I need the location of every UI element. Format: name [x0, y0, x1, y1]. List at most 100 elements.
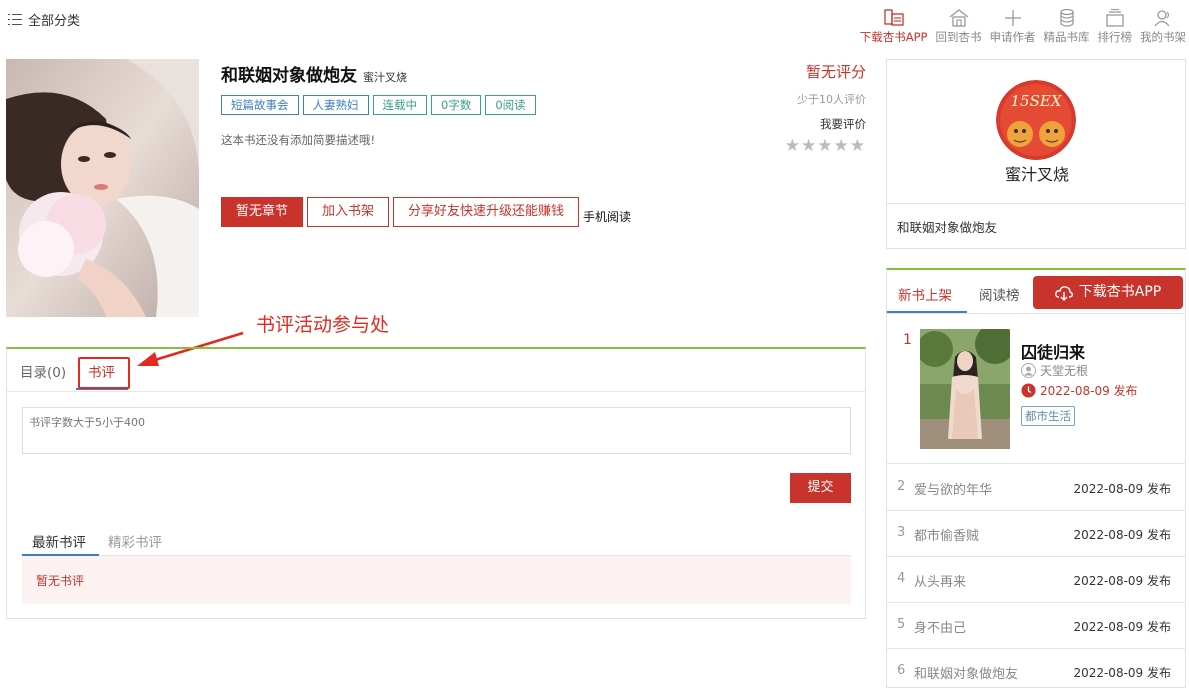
- nav-home[interactable]: 回到杏书: [936, 8, 982, 45]
- book-author: 天堂无根: [1021, 362, 1088, 379]
- nav-ranking[interactable]: 排行榜: [1097, 8, 1133, 45]
- annotation-label: 书评活动参与处: [256, 314, 390, 336]
- list-item[interactable]: 4 从头再来 2022-08-09 发布: [887, 557, 1185, 603]
- share-button[interactable]: 分享好友快速升级还能赚钱: [393, 197, 580, 227]
- tag-subcategory[interactable]: 人妻熟妇: [302, 95, 369, 115]
- ranking-icon: [1106, 8, 1124, 27]
- book-cover[interactable]: [6, 59, 199, 317]
- user-icon: [1154, 10, 1170, 27]
- nav-label: 我的书架: [1140, 30, 1186, 44]
- book-actions: 暂无章节 加入书架 分享好友快速升级还能赚钱 手机阅读: [221, 197, 631, 227]
- rank-number: 6: [897, 663, 906, 678]
- publish-date: 2022-08-09 发布: [1073, 620, 1171, 634]
- tab-new-books[interactable]: 新书上架: [898, 284, 952, 304]
- nav-library[interactable]: 精品书库: [1044, 8, 1090, 45]
- annotation-highlight-box: [78, 357, 130, 389]
- book-title: 和联姻对象做炮友: [221, 66, 357, 86]
- user-icon: [1021, 363, 1036, 378]
- download-app-button[interactable]: 下载杏书APP: [1033, 276, 1183, 309]
- divider: [887, 203, 1185, 204]
- book-title-row: 和联姻对象做炮友 蜜汁叉烧: [221, 61, 407, 86]
- my-rating-label: 我要评价: [820, 117, 866, 131]
- tab-catalog[interactable]: 目录(0): [20, 361, 66, 381]
- submit-button[interactable]: 提交: [790, 473, 851, 503]
- ranking-box: 新书上架 阅读榜 下载杏书APP 1 囚徒归来 天堂无根 2022-08-09 …: [886, 268, 1186, 688]
- rank-number: 4: [897, 571, 906, 586]
- list-icon: [8, 14, 22, 25]
- book-title[interactable]: 囚徒归来: [1021, 339, 1085, 363]
- plus-icon: [1004, 10, 1021, 26]
- rating-count: 少于10人评价: [797, 93, 866, 106]
- tag-read-count: 0阅读: [485, 95, 536, 115]
- rank-number: 5: [897, 617, 906, 632]
- book-description: 这本书还没有添加简要描述哦!: [221, 133, 376, 147]
- nav-label: 回到杏书: [935, 30, 982, 44]
- book-author[interactable]: 蜜汁叉烧: [363, 69, 407, 85]
- author-name: 天堂无根: [1040, 364, 1089, 378]
- date-text: 2022-08-09 发布: [1040, 384, 1138, 398]
- book-tags: 短篇故事会 人妻熟妇 连载中 0字数 0阅读: [221, 95, 536, 115]
- cloud-download-icon: [1054, 285, 1073, 301]
- review-list-tabs: 最新书评 精彩书评: [22, 521, 851, 556]
- author-avatar-image: 15SEX: [996, 80, 1076, 160]
- tag-status: 连载中: [372, 95, 427, 115]
- book-title[interactable]: 爱与欲的年华: [914, 479, 992, 498]
- rank-number: 3: [897, 525, 906, 540]
- publish-date: 2022-08-09 发布: [1073, 528, 1171, 542]
- book-title[interactable]: 身不由己: [914, 617, 966, 636]
- genre-tag[interactable]: 都市生活: [1021, 406, 1075, 426]
- list-item[interactable]: 2 爱与欲的年华 2022-08-09 发布: [887, 465, 1185, 511]
- nav-download-app[interactable]: 下载杏书APP: [860, 8, 928, 45]
- download-app-label: 下载杏书APP: [1078, 284, 1162, 300]
- tab-latest-reviews[interactable]: 最新书评: [32, 531, 86, 551]
- database-icon: [1059, 8, 1074, 27]
- book-title[interactable]: 都市偷香贼: [914, 525, 979, 544]
- nav-label: 排行榜: [1097, 30, 1133, 44]
- author-card: 15SEX 蜜汁叉烧 和联姻对象做炮友: [886, 59, 1186, 249]
- nav-apply-author[interactable]: 申请作者: [990, 8, 1036, 45]
- tab-featured-reviews[interactable]: 精彩书评: [108, 531, 162, 551]
- review-panel: 目录(0) 书评 提交 最新书评 精彩书评 暂无书评: [6, 347, 866, 619]
- nav-label: 申请作者: [989, 30, 1036, 44]
- list-item[interactable]: 6 和联姻对象做炮友 2022-08-09 发布: [887, 649, 1185, 688]
- publish-date: 2022-08-09 发布: [1073, 574, 1171, 588]
- book-title[interactable]: 从头再来: [914, 571, 966, 590]
- nav-label: 下载杏书APP: [859, 30, 928, 44]
- rating-box: 暂无评分 少于10人评价 我要评价 ★★★★★: [785, 61, 866, 156]
- tab-read-ranking[interactable]: 阅读榜: [979, 284, 1020, 304]
- top-nav: 下载杏书APP 回到杏书 申请作者 精品书库 排行榜 我的书架: [852, 8, 1186, 45]
- author-book-link[interactable]: 和联姻对象做炮友: [897, 217, 997, 236]
- rank-number: 1: [903, 332, 912, 348]
- publish-date: 2022-08-09 发布: [1073, 482, 1171, 496]
- all-categories-menu[interactable]: 全部分类: [8, 10, 80, 29]
- avatar-text: 15SEX: [1011, 92, 1063, 110]
- book-title[interactable]: 和联姻对象做炮友: [914, 663, 1018, 682]
- review-input[interactable]: [22, 407, 851, 454]
- tag-word-count: 0字数: [431, 95, 482, 115]
- cover-image: [6, 59, 199, 317]
- rating-score: 暂无评分: [805, 63, 866, 81]
- publish-date: 2022-08-09 发布: [1021, 382, 1138, 399]
- add-to-shelf-button[interactable]: 加入书架: [307, 197, 390, 227]
- avatar[interactable]: 15SEX: [996, 80, 1076, 160]
- content-tabs: 目录(0) 书评: [7, 349, 865, 392]
- list-item[interactable]: 5 身不由己 2022-08-09 发布: [887, 603, 1185, 649]
- ranking-top-item[interactable]: 1 囚徒归来 天堂无根 2022-08-09 发布 都市生活: [887, 314, 1185, 464]
- all-categories-label: 全部分类: [28, 14, 81, 29]
- tag-category[interactable]: 短篇故事会: [221, 95, 299, 115]
- book-thumbnail[interactable]: [920, 329, 1010, 449]
- clock-icon: [1021, 383, 1036, 398]
- nav-bookshelf[interactable]: 我的书架: [1140, 8, 1186, 45]
- no-chapter-button[interactable]: 暂无章节: [221, 197, 304, 227]
- mobile-read-link[interactable]: 手机阅读: [583, 208, 631, 225]
- author-name[interactable]: 蜜汁叉烧: [887, 161, 1187, 185]
- thumbnail-image: [920, 329, 1010, 449]
- publish-date: 2022-08-09 发布: [1073, 666, 1171, 680]
- phone-book-icon: [883, 9, 904, 26]
- list-item[interactable]: 3 都市偷香贼 2022-08-09 发布: [887, 511, 1185, 557]
- empty-reviews-message: 暂无书评: [22, 556, 851, 604]
- rank-number: 2: [897, 479, 906, 494]
- star-rating-input[interactable]: ★★★★★: [785, 136, 866, 156]
- home-icon: [949, 9, 968, 27]
- nav-label: 精品书库: [1043, 30, 1090, 44]
